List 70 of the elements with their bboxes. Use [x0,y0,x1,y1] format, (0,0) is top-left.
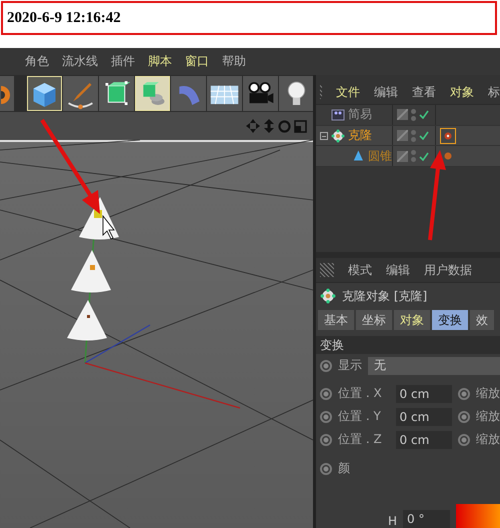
visibility-dots-icon[interactable] [411,150,416,162]
menu-item[interactable]: 文件 [336,84,360,100]
field-label: 颜 [338,460,350,477]
menu-item[interactable]: 角色 [25,53,49,70]
input-field[interactable]: 0 ° [403,510,450,528]
dropdown[interactable]: 无 [368,356,500,374]
radio-icon[interactable] [320,434,332,446]
display-icon [331,108,345,122]
check-icon[interactable] [419,152,429,161]
check-icon[interactable] [419,110,429,120]
move-icon[interactable] [246,119,260,133]
tab[interactable]: 效 [470,310,494,330]
panel-grip-icon[interactable] [320,263,334,277]
rotate-icon[interactable] [278,120,291,132]
menu-item[interactable]: 脚本 [148,53,172,70]
visibility-dots-icon[interactable] [411,108,416,121]
section-header: 变换 [316,336,500,354]
vertical-arrows-icon[interactable] [263,119,275,133]
timestamp-caption: 2020-6-9 12:16:42 [1,1,497,35]
cloner-tag-icon[interactable] [440,128,456,144]
field-label: 缩放 [476,385,500,402]
tab[interactable]: 坐标 [356,310,392,330]
menu-item[interactable]: 编辑 [386,262,410,278]
cloner-icon [320,288,336,304]
radio-icon[interactable] [320,462,332,474]
tab[interactable]: 变换 [432,310,468,330]
radio-icon[interactable] [458,388,470,400]
object-title: 克隆对象 [克隆] [342,288,428,304]
field-label: 位置 . Y [338,408,382,425]
toolbar-button[interactable] [207,76,242,111]
radio-icon[interactable] [458,410,470,422]
menu-item[interactable]: 插件 [111,53,135,70]
toolbar-button[interactable] [243,76,278,111]
field-label: H [388,514,398,528]
radio-icon[interactable] [458,434,470,446]
menu-item[interactable]: 用户数据 [424,262,472,278]
input-field[interactable]: 0 cm [396,384,452,402]
input-field[interactable]: 0 cm [396,408,452,426]
menu-item[interactable]: 标 [488,84,500,100]
object-name[interactable]: 克隆 [348,127,372,144]
menu-item[interactable]: 流水线 [62,53,98,70]
cone-icon [352,149,365,164]
visibility-dots-icon[interactable] [411,130,416,142]
tab[interactable]: 对象 [394,310,430,330]
check-icon[interactable] [419,131,429,140]
field-label: 缩放 [476,431,500,448]
menu-item[interactable]: 对象 [450,84,474,100]
toolbar-button[interactable] [279,76,314,111]
field-label: 位置 . Z [338,431,383,448]
toolbar-button[interactable] [99,76,134,111]
layer-icon[interactable] [397,109,408,120]
menu-item[interactable]: 查看 [412,84,436,100]
object-name[interactable]: 简易 [348,106,372,124]
radio-icon[interactable] [320,410,332,422]
tab[interactable]: 基本 [318,310,354,330]
collapse-toggle[interactable] [320,132,328,140]
menu-item[interactable]: 模式 [348,262,372,278]
radio-icon[interactable] [320,360,332,372]
menu-item[interactable]: 编辑 [374,84,398,100]
menu-item[interactable]: 帮助 [222,53,246,70]
cloner-icon [331,128,345,142]
field-label: 显示 [338,357,362,374]
field-label: 缩放 [476,408,500,425]
menu-item[interactable]: 窗口 [185,53,209,70]
field-label: 位置 . X [338,385,383,402]
input-field[interactable]: 0 cm [396,430,452,448]
layer-icon[interactable] [397,150,408,162]
color-gradient[interactable] [456,504,500,528]
radio-icon[interactable] [320,388,332,400]
maximize-icon[interactable] [294,120,307,132]
